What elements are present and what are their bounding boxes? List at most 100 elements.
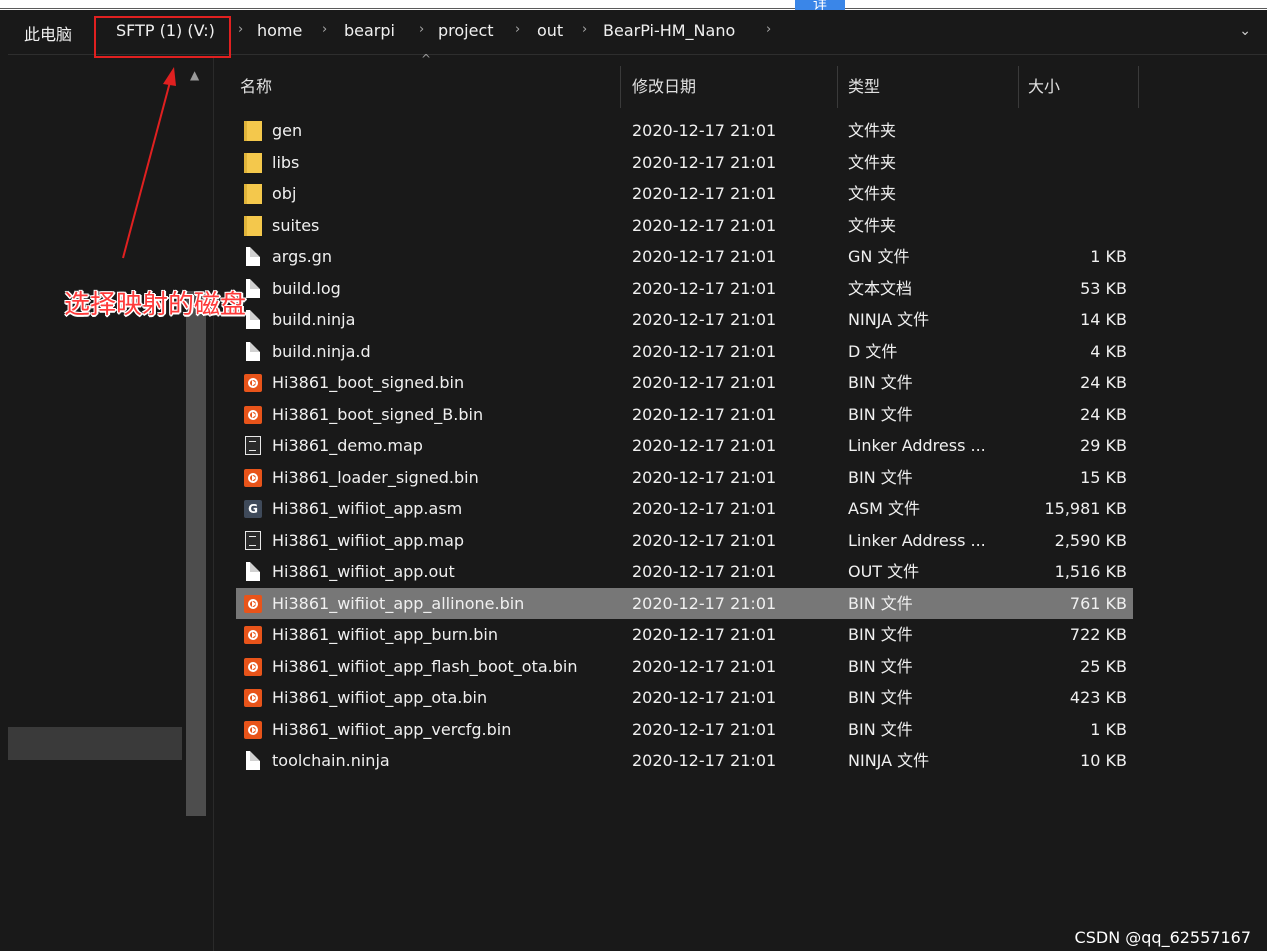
file-row[interactable]: build.ninja 2020-12-17 21:01 NINJA 文件 14 KB [236,304,1133,336]
file-date: 2020-12-17 21:01 [632,593,777,613]
breadcrumb-separator-icon[interactable]: › [238,22,243,37]
file-row[interactable]: build.log 2020-12-17 21:01 文本文档 53 KB [236,273,1133,305]
file-type: 文件夹 [848,215,897,235]
column-divider[interactable] [1138,66,1139,108]
file-row[interactable]: build.ninja.d 2020-12-17 21:01 D 文件 4 KB [236,336,1133,368]
breadcrumb-out[interactable]: out [537,21,563,40]
column-divider[interactable] [1018,66,1019,108]
watermark: CSDN @qq_62557167 [1074,928,1251,947]
breadcrumb-separator-icon[interactable]: › [515,22,520,37]
asm-file-icon: G [244,500,262,518]
folder-icon [244,184,262,204]
file-date: 2020-12-17 21:01 [632,656,777,676]
file-icon [246,751,260,770]
file-name: libs [272,152,300,172]
file-date: 2020-12-17 21:01 [632,751,777,770]
file-date: 2020-12-17 21:01 [632,247,777,266]
file-row[interactable]: Hi3861_wifiiot_app.out 2020-12-17 21:01 OU… [236,556,1133,588]
file-size: 722 KB [1069,625,1127,644]
folder-icon [244,215,262,236]
file-row[interactable]: G Hi3861_wifiiot_app.asm 2020-12-17 21:01 A… [236,493,1133,525]
column-header-row: ^ 名称 修改日期 类型 大小 [230,52,1140,108]
bin-file-icon [244,720,262,739]
annotation-highlight-box [94,16,231,58]
file-type: Linker Address ... [848,530,986,550]
column-header-date[interactable]: 修改日期 [632,66,696,108]
column-divider[interactable] [620,66,621,108]
file-name: Hi3861_demo.map [272,436,423,455]
file-type: 文件夹 [848,121,897,140]
file-date: 2020-12-17 21:01 [632,215,777,235]
bin-file-icon [244,657,262,676]
file-size: 1 KB [1090,247,1127,266]
breadcrumb-separator-icon[interactable]: › [582,22,587,37]
bin-file-icon [244,405,262,424]
file-date: 2020-12-17 21:01 [632,404,777,424]
file-icon [246,247,260,266]
sort-ascending-icon: ^ [421,52,432,66]
navigation-pane[interactable]: ▲ [8,56,214,951]
file-row[interactable]: toolchain.ninja 2020-12-17 21:01 NINJA 文件 1… [236,745,1133,777]
file-type: BIN 文件 [848,593,913,613]
file-date: 2020-12-17 21:01 [632,310,777,329]
breadcrumb-this-pc[interactable]: 此电脑 [24,21,72,45]
file-type: ASM 文件 [848,499,920,518]
file-row[interactable]: Hi3861_boot_signed.bin 2020-12-17 21:01 BI… [236,367,1133,399]
file-row[interactable]: Hi3861_wifiiot_app_flash_boot_ota.bin 202… [236,651,1133,683]
scroll-up-arrow-icon[interactable]: ▲ [190,68,199,82]
file-size: 29 KB [1080,436,1127,455]
breadcrumb-separator-icon[interactable]: › [766,22,771,37]
bin-file-icon [244,626,262,644]
file-date: 2020-12-17 21:01 [632,562,777,581]
file-type: 文本文档 [848,278,913,298]
column-header-type[interactable]: 类型 [848,66,880,108]
file-date: 2020-12-17 21:01 [632,152,777,172]
file-row[interactable]: Hi3861_loader_signed.bin 2020-12-17 21:01… [236,462,1133,494]
file-size: 25 KB [1080,656,1127,676]
file-type: OUT 文件 [848,562,920,581]
file-row[interactable]: suites 2020-12-17 21:01 文件夹 [236,210,1133,242]
breadcrumb-bearpi-hm-nano[interactable]: BearPi-HM_Nano [603,21,735,40]
file-row[interactable]: obj 2020-12-17 21:01 文件夹 [236,178,1133,210]
breadcrumb-bearpi[interactable]: bearpi [344,21,395,40]
file-name: Hi3861_wifiiot_app_burn.bin [272,625,498,644]
map-file-icon [245,530,261,550]
file-row[interactable]: Hi3861_boot_signed_B.bin 2020-12-17 21:01… [236,399,1133,431]
column-header-size[interactable]: 大小 [1028,66,1060,108]
file-date: 2020-12-17 21:01 [632,278,777,298]
nav-selected-item[interactable] [8,727,182,760]
file-date: 2020-12-17 21:01 [632,373,777,392]
column-header-name[interactable]: 名称 [240,66,272,108]
file-row[interactable]: Hi3861_wifiiot_app_allinone.bin 2020-12-1… [236,587,1133,619]
breadcrumb-separator-icon[interactable]: › [419,22,424,37]
file-date: 2020-12-17 21:01 [632,184,777,203]
file-row[interactable]: Hi3861_wifiiot_app_ota.bin 2020-12-17 21:… [236,682,1133,714]
file-type: NINJA 文件 [848,751,930,770]
file-row[interactable]: Hi3861_demo.map 2020-12-17 21:01 Linker Ad… [236,430,1133,462]
file-date: 2020-12-17 21:01 [632,719,777,739]
file-type: BIN 文件 [848,625,913,644]
file-name: build.ninja [272,310,356,329]
file-row[interactable]: Hi3861_wifiiot_app_burn.bin 2020-12-17 21… [236,619,1133,651]
file-name: args.gn [272,247,332,266]
file-date: 2020-12-17 21:01 [632,688,777,707]
file-row[interactable]: gen 2020-12-17 21:01 文件夹 [236,115,1133,147]
window-top-edge [0,0,1267,10]
column-divider[interactable] [837,66,838,108]
file-row[interactable]: Hi3861_wifiiot_app.map 2020-12-17 21:01 Li… [236,525,1133,557]
folder-icon [244,121,262,141]
file-name: Hi3861_wifiiot_app_ota.bin [272,688,488,707]
nav-scrollbar-thumb[interactable] [186,291,206,816]
file-row[interactable]: libs 2020-12-17 21:01 文件夹 [236,147,1133,179]
breadcrumb-project[interactable]: project [438,21,494,40]
address-history-dropdown-icon[interactable]: ⌄ [1239,23,1251,39]
file-row[interactable]: args.gn 2020-12-17 21:01 GN 文件 1 KB [236,241,1133,273]
breadcrumb-home[interactable]: home [257,21,302,40]
file-size: 761 KB [1069,593,1127,613]
bin-file-icon [244,468,262,487]
breadcrumb-separator-icon[interactable]: › [322,22,327,37]
file-row[interactable]: Hi3861_wifiiot_app_vercfg.bin 2020-12-17 … [236,714,1133,746]
file-name: suites [272,215,320,235]
folder-icon [244,152,262,173]
file-size: 14 KB [1080,310,1127,329]
